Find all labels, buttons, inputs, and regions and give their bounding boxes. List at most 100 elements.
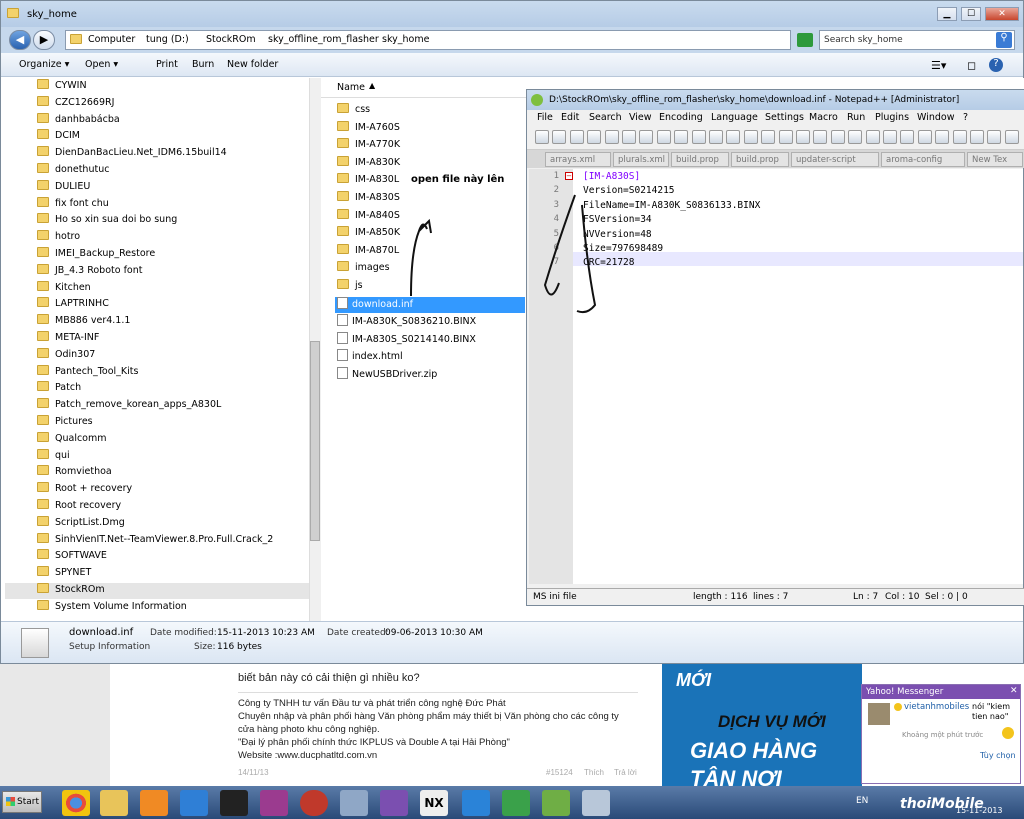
npp-tool-icon[interactable] bbox=[622, 130, 636, 144]
npp-tab[interactable]: arrays.xml bbox=[545, 152, 611, 167]
npp-tool-icon[interactable] bbox=[552, 130, 567, 144]
yahoo-user[interactable]: vietanhmobiles bbox=[904, 702, 969, 712]
breadcrumb-flasher[interactable]: sky_offline_rom_flasher bbox=[268, 34, 379, 45]
clock-date[interactable]: 15-11-2013 bbox=[956, 806, 1003, 815]
refresh-icon[interactable] bbox=[797, 33, 813, 47]
npp-tool-icon[interactable] bbox=[900, 130, 915, 144]
npp-tool-icon[interactable] bbox=[917, 130, 932, 144]
npp-tab[interactable]: updater-script bbox=[791, 152, 879, 167]
tree-item[interactable]: System Volume Information bbox=[37, 599, 187, 616]
npp-menu-item[interactable]: Window bbox=[917, 112, 954, 123]
npp-tool-icon[interactable] bbox=[761, 130, 776, 144]
search-icon[interactable]: ⚲ bbox=[996, 32, 1012, 48]
file-item[interactable]: IM-A850K bbox=[337, 226, 400, 242]
npp-menu-item[interactable]: Encoding bbox=[659, 112, 703, 123]
search-input[interactable]: Search sky_home ⚲ bbox=[819, 30, 1015, 50]
print-button[interactable]: Print bbox=[156, 59, 178, 70]
npp-tool-icon[interactable] bbox=[883, 130, 897, 144]
winrar-icon[interactable] bbox=[260, 790, 288, 816]
npp-tool-icon[interactable] bbox=[830, 130, 845, 144]
npp-tool-icon[interactable] bbox=[743, 130, 758, 144]
tree-item[interactable]: hotro bbox=[37, 230, 80, 246]
lg-icon[interactable] bbox=[300, 790, 328, 816]
npp-tool-icon[interactable] bbox=[691, 130, 706, 144]
npp-tool-icon[interactable] bbox=[674, 130, 689, 144]
chrome-icon[interactable] bbox=[62, 790, 90, 816]
file-item[interactable]: IM-A830K_S0836210.BINX bbox=[337, 314, 476, 330]
media-player-icon[interactable] bbox=[140, 790, 168, 816]
npp-tab[interactable]: New Tex bbox=[967, 152, 1023, 167]
npp-menu-item[interactable]: Macro bbox=[809, 112, 838, 123]
post-number[interactable]: #15124 bbox=[546, 768, 573, 777]
npp-tool-icon[interactable] bbox=[709, 130, 723, 144]
file-item[interactable]: IM-A760S bbox=[337, 120, 400, 137]
npp-tool-icon[interactable] bbox=[604, 130, 619, 144]
tree-item[interactable]: MB886 ver4.1.1 bbox=[37, 314, 130, 330]
explorer-taskbar-icon[interactable] bbox=[100, 790, 128, 816]
tree-item[interactable]: IMEI_Backup_Restore bbox=[37, 247, 155, 263]
npp-menu-item[interactable]: Search bbox=[589, 112, 622, 123]
npp-tool-icon[interactable] bbox=[813, 130, 828, 144]
tree-item[interactable]: Kitchen bbox=[37, 280, 91, 297]
npp-tool-icon[interactable] bbox=[535, 130, 549, 144]
file-item[interactable]: js bbox=[337, 279, 363, 295]
yahoo-notification[interactable]: Yahoo! Messenger ✕ vietanhmobiles nói "k… bbox=[861, 684, 1021, 784]
address-bar[interactable]: Computer tung (D:) StockROm sky_offline_… bbox=[65, 30, 791, 50]
tree-item[interactable]: DCIM bbox=[37, 129, 80, 145]
tree-item[interactable]: StockROm bbox=[5, 583, 309, 599]
close-button[interactable]: ✕ bbox=[985, 7, 1019, 21]
file-item[interactable]: IM-A770K bbox=[337, 138, 400, 154]
tree-item[interactable]: SOFTWAVE bbox=[37, 549, 107, 565]
tree-item[interactable]: Odin307 bbox=[37, 347, 95, 364]
npp-tool-icon[interactable] bbox=[796, 130, 810, 144]
npp-menu-item[interactable]: Run bbox=[847, 112, 865, 123]
tree-item[interactable]: Patch_remove_korean_apps_A830L bbox=[37, 398, 221, 414]
npp-tool-icon[interactable] bbox=[569, 130, 584, 144]
npp-tool-icon[interactable] bbox=[778, 130, 793, 144]
organize-button[interactable]: Organize ▾ bbox=[19, 59, 69, 70]
yahoo-icon[interactable] bbox=[380, 790, 408, 816]
npp-tool-icon[interactable] bbox=[1004, 130, 1019, 144]
open-button[interactable]: Open ▾ bbox=[85, 59, 118, 70]
npp-tool-icon[interactable] bbox=[952, 130, 967, 144]
npp-tool-icon[interactable] bbox=[848, 130, 863, 144]
npp-menu-item[interactable]: File bbox=[537, 112, 553, 123]
ie-icon[interactable] bbox=[180, 790, 208, 816]
tree-item[interactable]: DULIEU bbox=[37, 179, 90, 196]
tree-item[interactable]: Pantech_Tool_Kits bbox=[37, 364, 138, 381]
globe-icon[interactable] bbox=[502, 790, 530, 816]
notepad-icon[interactable] bbox=[582, 790, 610, 816]
tree-item[interactable]: META-INF bbox=[37, 331, 99, 347]
file-item[interactable]: IM-A830K bbox=[337, 155, 400, 172]
help-icon[interactable]: ? bbox=[989, 58, 1003, 72]
start-button[interactable]: Start bbox=[2, 791, 42, 813]
tree-item[interactable]: Pictures bbox=[37, 415, 93, 431]
column-name[interactable]: Name bbox=[337, 82, 365, 93]
file-item[interactable]: IM-A830S_S0214140.BINX bbox=[337, 331, 476, 348]
npp-tool-icon[interactable] bbox=[865, 130, 880, 144]
delivery-ad-banner[interactable]: MỚI DỊCH VỤ MỚI GIAO HÀNG TẬN NƠI bbox=[662, 664, 862, 786]
reply-link[interactable]: Trả lời bbox=[614, 768, 637, 777]
tree-item[interactable]: ScriptList.Dmg bbox=[37, 515, 125, 532]
file-item[interactable]: css bbox=[337, 103, 370, 119]
tree-item[interactable]: danhbabácba bbox=[37, 112, 120, 129]
cmd-icon[interactable] bbox=[220, 790, 248, 816]
file-item[interactable]: IM-A830L bbox=[337, 173, 399, 189]
npp-tool-icon[interactable] bbox=[656, 130, 671, 144]
npp-menu-item[interactable]: ? bbox=[963, 112, 968, 123]
file-item[interactable]: IM-A830S bbox=[337, 191, 400, 207]
npp-tool-icon[interactable] bbox=[970, 130, 984, 144]
file-item[interactable]: index.html bbox=[337, 349, 403, 365]
tree-item[interactable]: JB_4.3 Roboto font bbox=[37, 263, 143, 280]
tree-item[interactable]: Root recovery bbox=[37, 499, 121, 515]
breadcrumb-drive[interactable]: tung (D:) bbox=[146, 34, 189, 45]
tree-item[interactable]: fix font chu bbox=[37, 196, 109, 213]
npp-menu-item[interactable]: Settings bbox=[765, 112, 804, 123]
npp-titlebar[interactable]: D:\StockROm\sky_offline_rom_flasher\sky_… bbox=[527, 90, 1024, 110]
tree-item[interactable]: Romviethoa bbox=[37, 465, 112, 481]
npp-tab[interactable]: build.prop bbox=[671, 152, 729, 167]
npp-menu-item[interactable]: Edit bbox=[561, 112, 579, 123]
view-icon[interactable]: ☰▾ bbox=[931, 59, 946, 72]
file-item[interactable]: images bbox=[337, 261, 390, 277]
tree-item[interactable]: Qualcomm bbox=[37, 431, 107, 448]
